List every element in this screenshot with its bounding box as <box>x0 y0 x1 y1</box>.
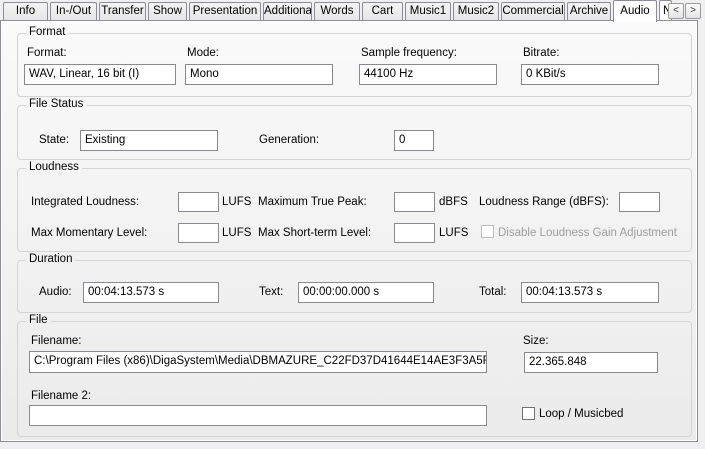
mode-field[interactable]: Mono <box>185 64 333 85</box>
audio-duration-field[interactable]: 00:04:13.573 s <box>83 282 219 303</box>
sample-frequency-label: Sample frequency: <box>361 47 457 59</box>
tab-archive[interactable]: Archive <box>567 2 611 20</box>
loop-musicbed-checkbox[interactable] <box>522 407 535 420</box>
loudness-group-title: Loudness <box>26 161 82 173</box>
size-label: Size: <box>523 335 549 347</box>
tab-show[interactable]: Show <box>148 2 187 20</box>
max-short-term-level-unit: LUFS <box>439 227 468 239</box>
tab-music1[interactable]: Music1 <box>405 2 451 20</box>
filename2-label: Filename 2: <box>31 390 91 402</box>
disable-loudness-gain-label: Disable Loudness Gain Adjustment <box>498 227 677 239</box>
duration-group-title: Duration <box>26 253 75 265</box>
tab-additional[interactable]: Additional <box>263 2 312 20</box>
file-group-title: File <box>26 314 51 326</box>
max-true-peak-label: Maximum True Peak: <box>258 196 367 208</box>
max-momentary-level-field[interactable] <box>178 223 219 243</box>
generation-label: Generation: <box>259 134 319 146</box>
filename-label: Filename: <box>31 335 82 347</box>
max-momentary-level-label: Max Momentary Level: <box>31 227 147 239</box>
tab-scroll-right-button[interactable]: > <box>685 3 701 19</box>
max-true-peak-unit: dBFS <box>439 196 468 208</box>
max-momentary-level-unit: LUFS <box>222 227 251 239</box>
max-short-term-level-field[interactable] <box>394 223 435 243</box>
state-label: State: <box>39 134 69 146</box>
format-label: Format: <box>27 47 67 59</box>
format-group: Format Format: Mode: Sample frequency: B… <box>17 33 692 97</box>
tab-commercial[interactable]: Commercial <box>501 2 565 20</box>
loudness-range-label: Loudness Range (dBFS): <box>479 196 609 208</box>
audio-properties-dialog: Info In-/Out Transfer Show Presentation … <box>0 0 705 449</box>
tab-cart[interactable]: Cart <box>362 2 403 20</box>
format-group-title: Format <box>26 26 68 38</box>
text-duration-label: Text: <box>259 286 283 298</box>
tab-presentation[interactable]: Presentation <box>189 2 261 20</box>
max-true-peak-field[interactable] <box>394 192 435 212</box>
size-field[interactable]: 22.365.848 <box>524 352 658 373</box>
integrated-loudness-label: Integrated Loudness: <box>31 196 139 208</box>
mode-label: Mode: <box>187 47 219 59</box>
sample-frequency-field[interactable]: 44100 Hz <box>359 64 497 85</box>
tab-transfer[interactable]: Transfer <box>99 2 146 20</box>
tab-info[interactable]: Info <box>3 2 48 20</box>
audio-duration-label: Audio: <box>39 286 72 298</box>
tab-in-out[interactable]: In-/Out <box>50 2 97 20</box>
total-duration-label: Total: <box>479 286 507 298</box>
max-short-term-level-label: Max Short-term Level: <box>258 227 371 239</box>
filename2-field[interactable] <box>29 405 487 426</box>
integrated-loudness-unit: LUFS <box>222 196 251 208</box>
bitrate-label: Bitrate: <box>523 47 559 59</box>
disable-loudness-gain-checkbox <box>481 225 494 238</box>
file-status-group-title: File Status <box>26 98 86 110</box>
filename-field[interactable]: C:\Program Files (x86)\DigaSystem\Media\… <box>29 351 487 373</box>
bitrate-field[interactable]: 0 KBit/s <box>521 64 659 85</box>
state-field[interactable]: Existing <box>80 130 218 151</box>
loudness-group: Loudness Integrated Loudness: LUFS Maxim… <box>17 168 692 252</box>
format-field[interactable]: WAV, Linear, 16 bit (I) <box>24 64 176 85</box>
loop-musicbed-label: Loop / Musicbed <box>539 408 623 420</box>
file-status-group: File Status State: Existing Generation: … <box>17 105 692 160</box>
tab-music2[interactable]: Music2 <box>453 2 499 20</box>
tab-bar: Info In-/Out Transfer Show Presentation … <box>0 0 705 21</box>
tab-scroll-left-button[interactable]: < <box>668 3 684 19</box>
total-duration-field[interactable]: 00:04:13.573 s <box>521 282 659 303</box>
duration-group: Duration Audio: 00:04:13.573 s Text: 00:… <box>17 260 692 313</box>
file-group: File Filename: C:\Program Files (x86)\Di… <box>17 321 692 437</box>
generation-field[interactable]: 0 <box>394 130 434 151</box>
text-duration-field[interactable]: 00:00:00.000 s <box>298 282 434 303</box>
tab-words[interactable]: Words <box>314 2 360 20</box>
tab-audio[interactable]: Audio <box>613 0 657 22</box>
integrated-loudness-field[interactable] <box>178 192 219 212</box>
loudness-range-field[interactable] <box>619 192 660 212</box>
